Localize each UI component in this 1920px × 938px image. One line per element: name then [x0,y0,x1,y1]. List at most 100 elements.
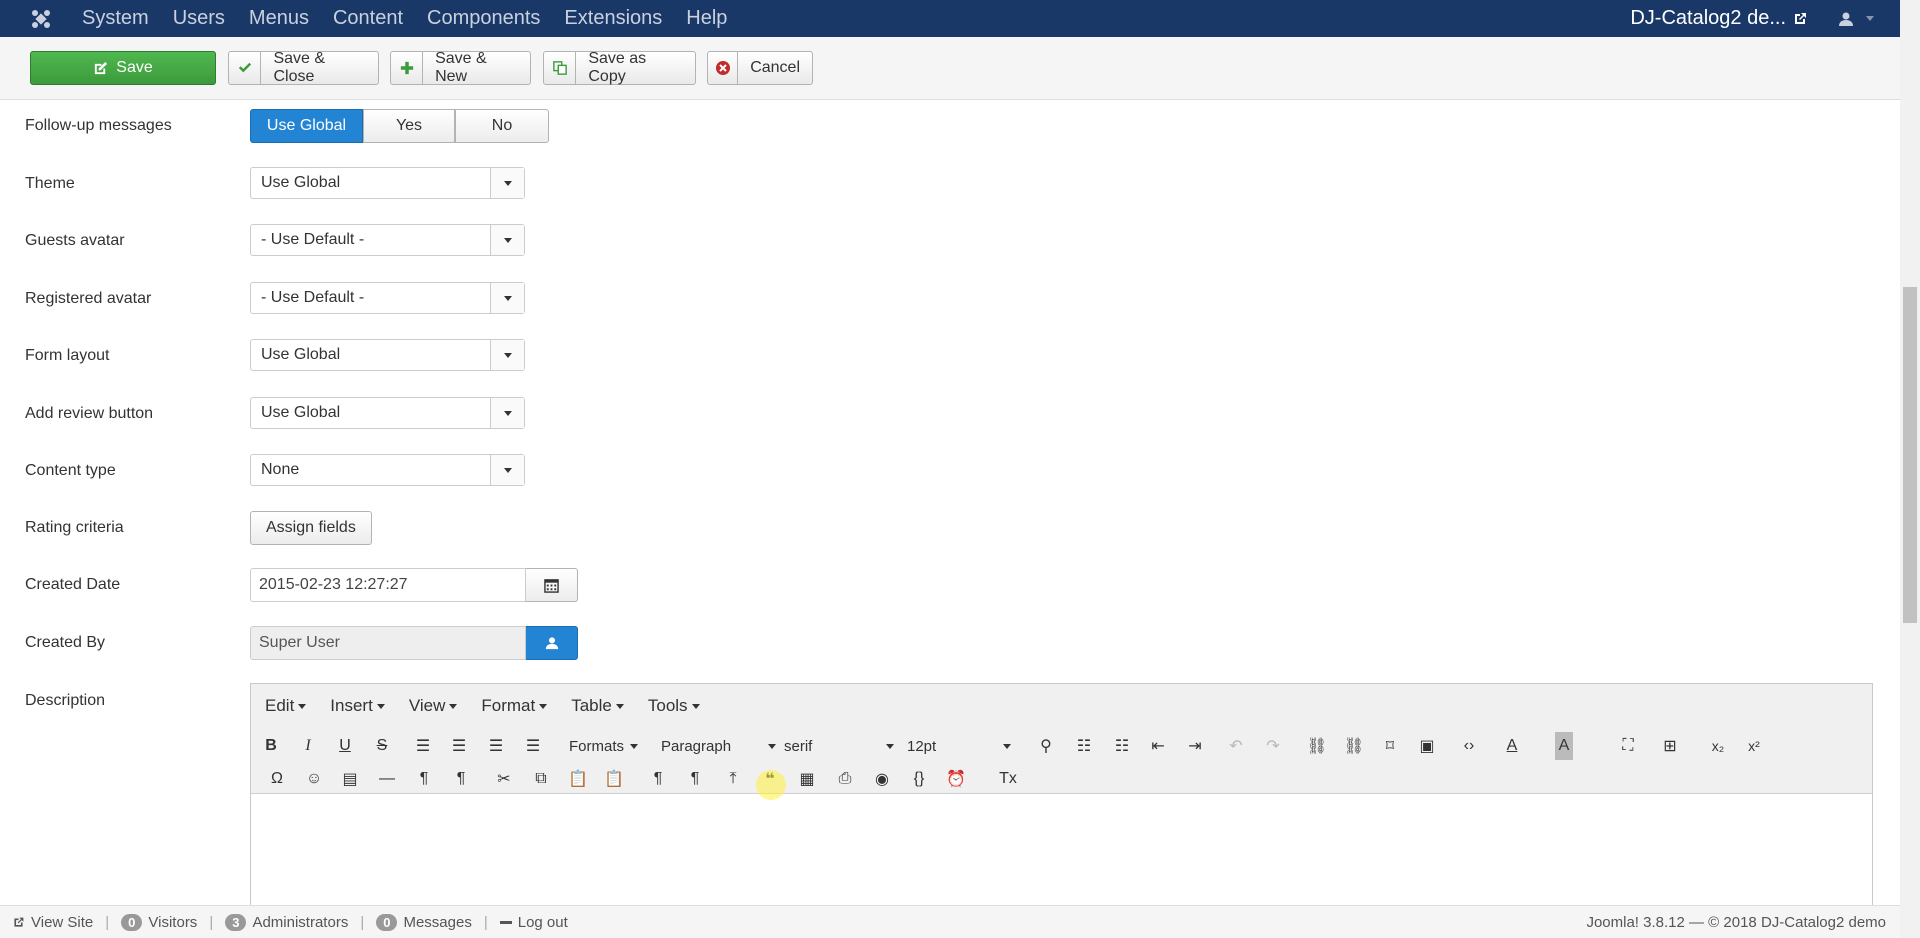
image-icon[interactable]: ▣ [1412,732,1442,760]
separator: | [209,913,214,931]
align-right-icon[interactable]: ☰ [481,732,511,760]
save-close-button[interactable]: Save & Close [228,50,379,85]
created-date-input[interactable]: 2015-02-23 12:27:27 [250,568,526,602]
logout-link[interactable]: Log out [499,914,568,931]
messages-status[interactable]: 0 Messages [376,913,472,931]
editor-menu-format[interactable]: Format [481,696,548,716]
code-icon[interactable]: ‹› [1454,732,1484,760]
paste-text-icon[interactable]: 📋 [599,765,629,793]
numbered-list-icon[interactable]: ☷ [1107,732,1137,760]
indent-icon[interactable]: ⇥ [1180,732,1210,760]
formats-dropdown[interactable]: Formats [569,732,639,760]
editor-menu-table[interactable]: Table [571,696,624,716]
theme-label: Theme [25,175,75,192]
find-replace-icon[interactable]: ⚲ [1031,732,1061,760]
save-label: Save [116,59,153,76]
media-icon[interactable]: ▤ [335,765,365,793]
save-copy-button[interactable]: Save as Copy [543,50,696,85]
menu-components[interactable]: Components [427,7,540,30]
created-date-group: 2015-02-23 12:27:27 [250,568,578,602]
unlink-icon[interactable]: ⛓ [1339,732,1369,760]
registered-avatar-select[interactable]: - Use Default - [250,282,525,314]
separator: | [360,913,365,931]
content-type-value: None [261,461,300,478]
text-color-icon[interactable]: A [1497,732,1527,760]
redo-icon[interactable]: ↷ [1258,732,1288,760]
theme-select[interactable]: Use Global [250,167,525,199]
menu-menus[interactable]: Menus [249,7,309,30]
preview-icon[interactable]: ◉ [867,765,897,793]
form-layout-select[interactable]: Use Global [250,339,525,371]
special-character-icon[interactable]: Ω [262,765,292,793]
editor-menu-edit[interactable]: Edit [265,696,307,716]
vertical-scrollbar[interactable] [1900,0,1920,938]
upload-icon[interactable]: ⤒ [718,765,748,793]
joomla-logo-icon[interactable] [0,0,82,37]
menu-system[interactable]: System [82,7,149,30]
followup-use-global[interactable]: Use Global [250,109,363,143]
superscript-icon[interactable]: x² [1739,732,1769,760]
menu-extensions[interactable]: Extensions [564,7,662,30]
editor-menu-view[interactable]: View [409,696,458,716]
bullet-list-icon[interactable]: ☷ [1069,732,1099,760]
bold-icon[interactable]: B [256,732,286,760]
align-left-icon[interactable]: ☰ [408,732,438,760]
administrators-status[interactable]: 3 Administrators [225,913,348,931]
editor-menu-tools[interactable]: Tools [648,696,700,716]
add-review-select[interactable]: Use Global [250,397,525,429]
insert-datetime-icon[interactable]: ⏰ [941,765,971,793]
content-type-select[interactable]: None [250,454,525,486]
code-sample-icon[interactable]: {} [904,765,934,793]
strikethrough-icon[interactable]: S [367,732,397,760]
save-button[interactable]: Save [30,51,216,85]
undo-icon[interactable]: ↶ [1221,732,1251,760]
link-icon[interactable]: ⛓ [1302,732,1332,760]
visual-chars-icon[interactable]: ¶ [680,765,710,793]
rtl-icon[interactable]: ¶ [446,765,476,793]
font-family-dropdown[interactable]: serif [784,732,894,760]
align-justify-icon[interactable]: ☰ [518,732,548,760]
visitors-status[interactable]: 0 Visitors [121,913,197,931]
print-icon[interactable]: ⎙ [830,765,860,793]
editor-content-area[interactable] [251,794,1872,907]
emoticons-icon[interactable]: ☺ [299,765,329,793]
guests-avatar-select[interactable]: - Use Default - [250,224,525,256]
created-by-group: Super User [250,626,578,660]
save-new-button[interactable]: Save & New [390,50,531,85]
horizontal-rule-icon[interactable]: — [372,765,402,793]
menu-content[interactable]: Content [333,7,403,30]
table-icon[interactable]: ⊞ [1655,732,1685,760]
fullscreen-icon[interactable]: ⛶ [1613,732,1643,760]
copy-text-icon[interactable]: ⧉ [526,765,556,793]
font-size-dropdown[interactable]: 12pt [907,732,1011,760]
align-center-icon[interactable]: ☰ [444,732,474,760]
template-icon[interactable]: ▦ [792,765,822,793]
subscript-icon[interactable]: x₂ [1703,732,1733,760]
scrollbar-thumb[interactable] [1903,287,1917,623]
show-blocks-icon[interactable]: ¶ [643,765,673,793]
editor-menu-insert[interactable]: Insert [330,696,385,716]
assign-fields-button[interactable]: Assign fields [250,511,372,545]
add-review-label: Add review button [25,405,154,422]
user-menu[interactable] [1838,11,1874,27]
save-new-label: Save & New [435,50,487,85]
block-format-dropdown[interactable]: Paragraph [661,732,776,760]
bookmark-icon[interactable]: ⌑ [1375,732,1405,760]
cut-icon[interactable]: ✂ [489,765,519,793]
background-color-icon[interactable]: A [1555,732,1573,760]
followup-no[interactable]: No [455,109,549,143]
menu-users[interactable]: Users [173,7,225,30]
select-user-button[interactable] [526,626,578,660]
italic-icon[interactable]: I [293,732,323,760]
followup-yes[interactable]: Yes [363,109,455,143]
ltr-icon[interactable]: ¶ [409,765,439,793]
clear-formatting-icon[interactable]: Tx [993,765,1023,793]
outdent-icon[interactable]: ⇤ [1143,732,1173,760]
menu-help[interactable]: Help [686,7,727,30]
underline-icon[interactable]: U [330,732,360,760]
paste-icon[interactable]: 📋 [563,765,593,793]
calendar-button[interactable] [526,568,578,602]
view-site-link[interactable]: View Site [12,914,93,931]
site-link[interactable]: DJ-Catalog2 de... [1630,7,1808,30]
cancel-button[interactable]: Cancel [707,51,813,85]
